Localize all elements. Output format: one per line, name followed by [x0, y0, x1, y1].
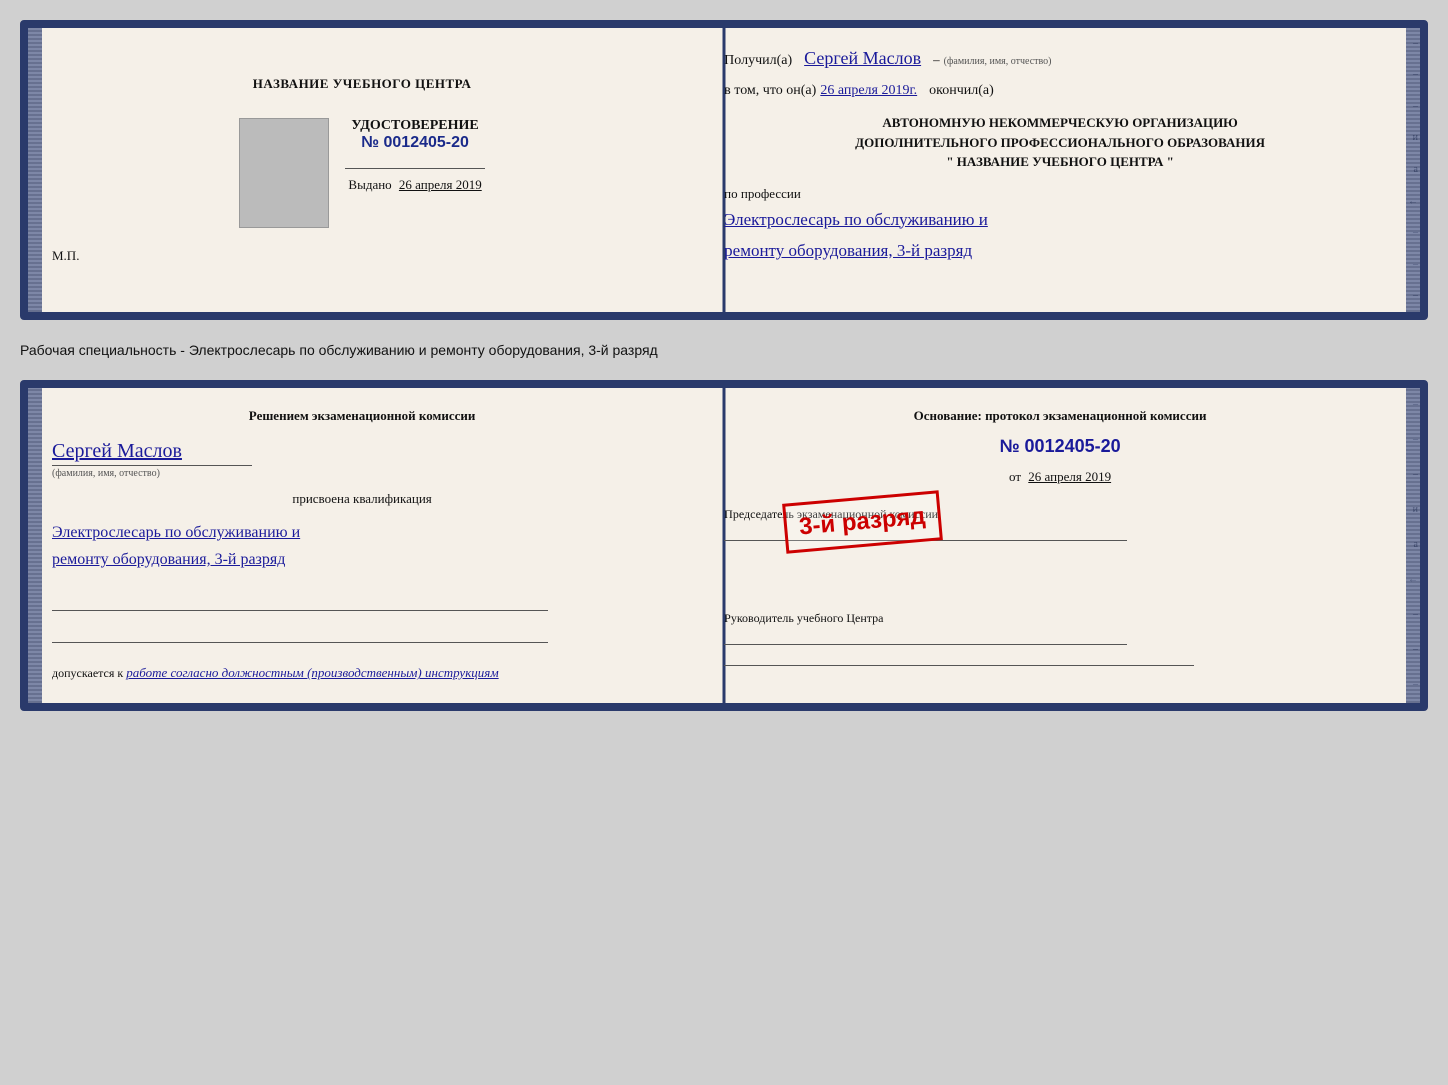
dopuskaetsya-label: допускается к	[52, 666, 123, 680]
vydano-label: Выдано	[348, 177, 391, 192]
vydano-line: Выдано 26 апреля 2019	[345, 177, 485, 193]
mp-label: М.П.	[52, 248, 79, 264]
description-line: Рабочая специальность - Электрослесарь п…	[20, 338, 1428, 362]
professiya-line1: Электрослесарь по обслуживанию и	[724, 206, 1396, 233]
left-center-title: НАЗВАНИЕ УЧЕБНОГО ЦЕНТРА	[253, 76, 472, 92]
right-texture-strip-bottom	[1406, 388, 1420, 703]
bottom-person-block: Сергей Маслов (фамилия, имя, отчество)	[52, 436, 672, 479]
stamp-overlay: 3-й разряд	[782, 490, 942, 553]
po-professii-label: по профессии	[724, 186, 1396, 202]
org-line3: " НАЗВАНИЕ УЧЕБНОГО ЦЕНТРА "	[724, 152, 1396, 172]
ot-label: от	[1009, 469, 1021, 484]
udostoverenie-number: № 0012405-20	[345, 134, 485, 152]
bottom-card-right-panel: Основание: протокол экзаменационной коми…	[696, 388, 1420, 703]
dopuskaetsya-text: работе согласно должностным (производств…	[126, 665, 498, 680]
rukovoditel-label: Руководитель учебного Центра	[724, 611, 1396, 626]
kval-block: Электрослесарь по обслуживанию и ремонту…	[52, 519, 672, 573]
bottom-document-card: Решением экзаменационной комиссии Сергей…	[20, 380, 1428, 711]
po-professii-block: по профессии Электрослесарь по обслужива…	[724, 186, 1396, 264]
rukovoditel-block: Руководитель учебного Центра	[724, 611, 1396, 666]
sig-line-1	[52, 593, 548, 611]
ot-date-value: 26 апреля 2019	[1028, 469, 1111, 484]
predsedatel-block: Председатель экзаменационной комиссии 3-…	[724, 507, 1396, 587]
vtom-block: в том, что он(а) 26 апреля 2019г. окончи…	[724, 83, 1396, 99]
top-card-right-panel: Получил(а) Сергей Маслов – (фамилия, имя…	[696, 28, 1420, 312]
vtom-date: 26 апреля 2019г.	[820, 83, 917, 99]
fio-hint-top: (фамилия, имя, отчество)	[944, 56, 1052, 67]
prisvoena-line: присвоена квалификация	[52, 491, 672, 507]
sig-line-2	[52, 625, 548, 643]
dopuskaetsya-block: допускается к работе согласно должностны…	[52, 663, 672, 683]
professiya-line2: ремонту оборудования, 3-й разряд	[724, 237, 1396, 264]
resheniem-title: Решением экзаменационной комиссии	[52, 408, 672, 424]
ot-date: от 26 апреля 2019	[724, 469, 1396, 485]
vtom-label: в том, что он(а)	[724, 83, 816, 99]
udostoverenie-title: УДОСТОВЕРЕНИЕ	[345, 118, 485, 134]
photo-placeholder	[239, 118, 329, 228]
top-card-left-panel: НАЗВАНИЕ УЧЕБНОГО ЦЕНТРА УДОСТОВЕРЕНИЕ №…	[28, 28, 696, 312]
signature-lines-left	[52, 593, 672, 643]
right-texture-strip-top	[1406, 28, 1420, 312]
poluchil-name: Сергей Маслов	[804, 48, 921, 69]
vydano-date: 26 апреля 2019	[399, 177, 482, 192]
udostoverenie-block: УДОСТОВЕРЕНИЕ № 0012405-20 Выдано 26 апр…	[345, 118, 485, 193]
poluchil-label: Получил(а)	[724, 53, 792, 69]
bottom-person-name: Сергей Маслов	[52, 440, 672, 463]
kval-line1: Электрослесарь по обслуживанию и	[52, 519, 672, 546]
org-block: АВТОНОМНУЮ НЕКОММЕРЧЕСКУЮ ОРГАНИЗАЦИЮ ДО…	[724, 113, 1396, 172]
protocol-number: № 0012405-20	[724, 436, 1396, 457]
bottom-fio-hint: (фамилия, имя, отчество)	[52, 468, 672, 479]
page-wrapper: НАЗВАНИЕ УЧЕБНОГО ЦЕНТРА УДОСТОВЕРЕНИЕ №…	[20, 20, 1428, 711]
bottom-card-left-panel: Решением экзаменационной комиссии Сергей…	[28, 388, 696, 703]
org-line2: ДОПОЛНИТЕЛЬНОГО ПРОФЕССИОНАЛЬНОГО ОБРАЗО…	[724, 133, 1396, 153]
dash-separator: –	[933, 52, 940, 68]
stamp-text: 3-й разряд	[798, 503, 926, 541]
top-document-card: НАЗВАНИЕ УЧЕБНОГО ЦЕНТРА УДОСТОВЕРЕНИЕ №…	[20, 20, 1428, 320]
osnovanie-title: Основание: протокол экзаменационной коми…	[724, 408, 1396, 424]
kval-line2: ремонту оборудования, 3-й разряд	[52, 546, 672, 573]
okonchil-label: окончил(а)	[929, 83, 994, 99]
org-line1: АВТОНОМНУЮ НЕКОММЕРЧЕСКУЮ ОРГАНИЗАЦИЮ	[724, 113, 1396, 133]
poluchil-block: Получил(а) Сергей Маслов – (фамилия, имя…	[724, 48, 1396, 69]
